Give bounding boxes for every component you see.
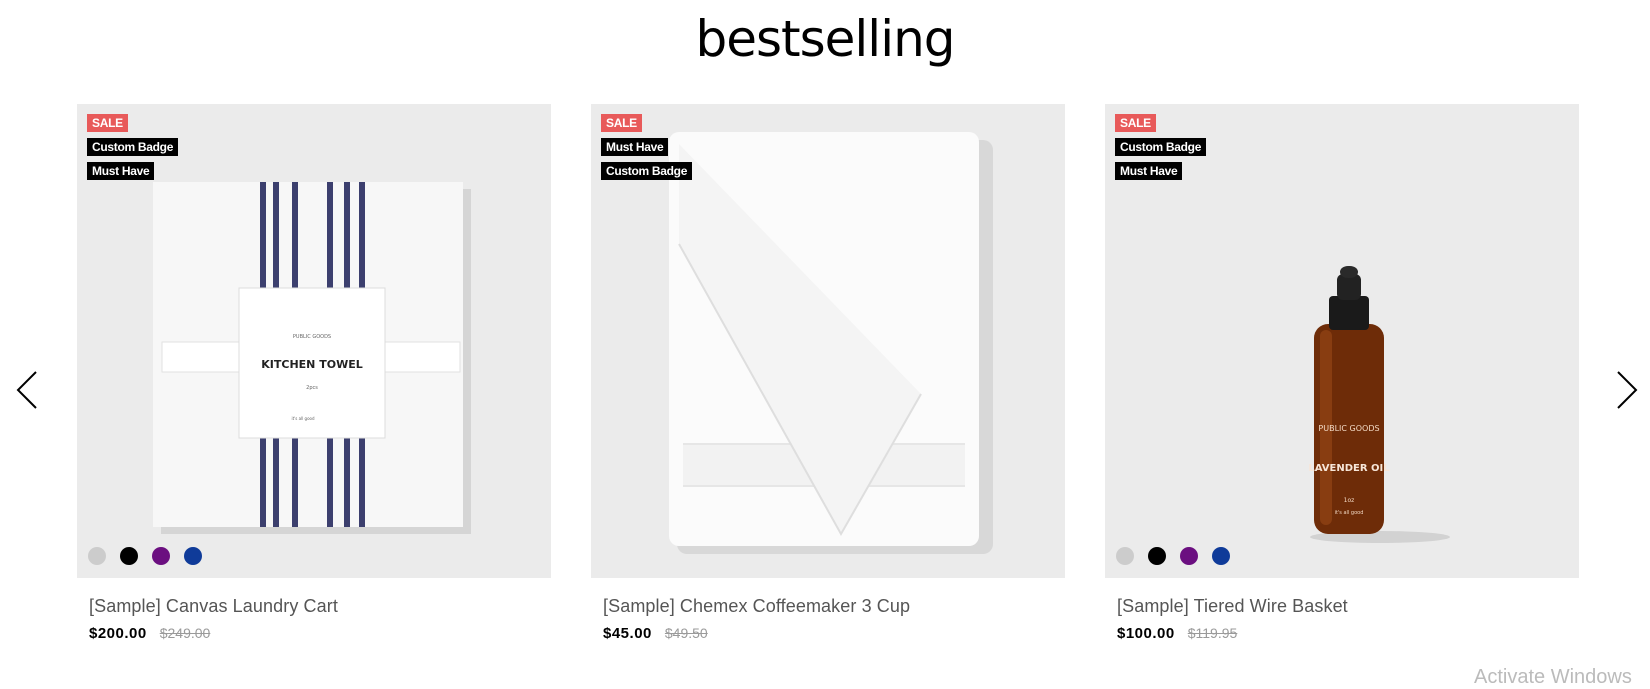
product-name[interactable]: [Sample] Chemex Coffeemaker 3 Cup [603, 596, 1065, 617]
swatch-gray[interactable] [1116, 547, 1134, 565]
badge-sale: SALE [1115, 114, 1156, 132]
carousel-next-button[interactable] [1610, 370, 1640, 410]
towel-title-text: KITCHEN TOWEL [261, 358, 362, 371]
swatch-black[interactable] [120, 547, 138, 565]
swatch-gray[interactable] [88, 547, 106, 565]
product-price: $100.00 [1117, 625, 1175, 642]
badge-sale: SALE [87, 114, 128, 132]
carousel-prev-button[interactable] [14, 370, 44, 410]
badge-custom: Custom Badge [601, 162, 693, 180]
product-name[interactable]: [Sample] Canvas Laundry Cart [89, 596, 551, 617]
product-card[interactable]: SALE Must Have Custom Badge [Sample] Che… [591, 104, 1065, 642]
badge-custom: Custom Badge [1115, 138, 1207, 156]
product-price: $200.00 [89, 625, 147, 642]
badge-must-have: Must Have [87, 162, 155, 180]
towel-sub-text: 2pcs [306, 385, 318, 391]
swatch-black[interactable] [1148, 547, 1166, 565]
product-card[interactable]: SALE Custom Badge Must Have PUBLIC GOODS… [77, 104, 551, 642]
product-old-price: $249.00 [159, 625, 211, 641]
section-title: bestselling [695, 10, 955, 68]
swatch-blue[interactable] [184, 547, 202, 565]
product-old-price: $119.95 [1187, 625, 1238, 641]
product-image[interactable]: SALE Must Have Custom Badge [591, 104, 1065, 578]
swatch-purple[interactable] [152, 547, 170, 565]
product-card[interactable]: SALE Custom Badge Must Have PUBLIC GOODS… [1105, 104, 1579, 642]
chevron-left-icon [16, 371, 37, 409]
oil-sub-text: 1oz [1344, 497, 1355, 504]
badge-sale: SALE [601, 114, 642, 132]
badge-must-have: Must Have [1115, 162, 1183, 180]
badge-must-have: Must Have [601, 138, 669, 156]
product-image[interactable]: SALE Custom Badge Must Have PUBLIC GOODS… [1105, 104, 1579, 578]
product-image[interactable]: SALE Custom Badge Must Have PUBLIC GOODS… [77, 104, 551, 578]
badge-custom: Custom Badge [87, 138, 179, 156]
chevron-right-icon [1617, 371, 1638, 409]
product-name[interactable]: [Sample] Tiered Wire Basket [1117, 596, 1579, 617]
towel-brand-text: PUBLIC GOODS [293, 334, 331, 340]
product-old-price: $49.50 [664, 625, 708, 641]
oil-tag-text: it's all good [1335, 510, 1364, 516]
oil-title-text: LAVENDER OIL [1308, 463, 1390, 474]
windows-activation-watermark: Activate Windows [1474, 666, 1632, 688]
swatch-blue[interactable] [1212, 547, 1230, 565]
oil-brand-text: PUBLIC GOODS [1318, 424, 1379, 433]
swatch-purple[interactable] [1180, 547, 1198, 565]
product-price: $45.00 [603, 625, 652, 642]
towel-tag-text: it's all good [291, 416, 315, 421]
